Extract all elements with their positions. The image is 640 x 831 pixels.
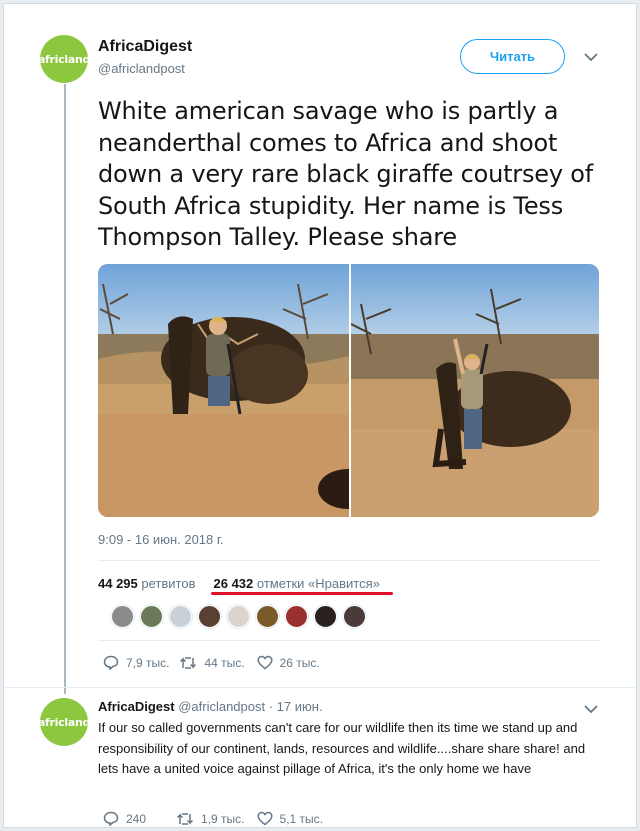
chevron-down-icon[interactable] xyxy=(583,701,599,717)
reply-text: If our so called governments can't care … xyxy=(98,720,586,776)
tweet-text: White american savage who is partly a ne… xyxy=(98,97,594,251)
photo-hunter-standing-with-giraffe[interactable] xyxy=(351,264,599,517)
liker-avatar[interactable] xyxy=(285,605,308,628)
likes-label: отметки «Нравится» xyxy=(256,576,380,591)
divider xyxy=(98,640,600,641)
reply-time[interactable]: · 17 июн. xyxy=(269,699,323,714)
like-count: 26 тыс. xyxy=(279,655,320,670)
likers-avatars xyxy=(111,605,366,628)
reply-icon xyxy=(103,811,119,826)
liker-avatar[interactable] xyxy=(198,605,221,628)
reply-icon xyxy=(103,655,119,670)
reply-header: AfricaDigest @africlandpost · 17 июн. xyxy=(98,699,323,714)
retweets-label: ретвитов xyxy=(141,576,196,591)
likes-count: 26 432 xyxy=(213,576,254,591)
account-name[interactable]: AfricaDigest xyxy=(98,38,192,56)
retweets-stat[interactable]: 44 295 ретвитов xyxy=(98,576,196,591)
red-underline-annotation xyxy=(211,592,393,595)
like-action[interactable]: 26 тыс. xyxy=(257,655,320,670)
retweets-count: 44 295 xyxy=(98,576,138,591)
tweet-stats: 44 295 ретвитов 26 432 отметки «Нравится… xyxy=(98,576,380,591)
liker-avatar[interactable] xyxy=(169,605,192,628)
retweet-icon xyxy=(179,656,197,670)
thread-line xyxy=(64,84,66,694)
reply-account-name[interactable]: AfricaDigest xyxy=(98,699,175,714)
like-action[interactable]: 5,1 тыс. xyxy=(256,811,323,826)
divider xyxy=(3,687,637,688)
reply-action[interactable]: 7,9 тыс. xyxy=(103,655,169,670)
reply-avatar[interactable]: africland xyxy=(40,698,88,746)
reply-action[interactable]: 240 xyxy=(103,811,146,826)
reply-count: 240 xyxy=(126,811,147,826)
reply-account-handle[interactable]: @africlandpost xyxy=(178,699,265,714)
liker-avatar[interactable] xyxy=(343,605,366,628)
liker-avatar[interactable] xyxy=(111,605,134,628)
liker-avatar[interactable] xyxy=(140,605,163,628)
like-count: 5,1 тыс. xyxy=(279,811,323,826)
liker-avatar[interactable] xyxy=(314,605,337,628)
reply-actions: 240 1,9 тыс. 5,1 тыс. xyxy=(103,811,323,826)
avatar-logo-text: africland xyxy=(40,52,88,66)
retweet-count: 1,9 тыс. xyxy=(201,811,245,826)
retweet-icon xyxy=(176,812,194,826)
reply-count: 7,9 тыс. xyxy=(126,655,170,670)
avatar-logo-text: africland xyxy=(40,715,88,729)
divider xyxy=(98,560,600,561)
retweet-action[interactable]: 1,9 тыс. xyxy=(176,811,245,826)
liker-avatar[interactable] xyxy=(227,605,250,628)
heart-icon xyxy=(256,811,273,826)
tweet-timestamp[interactable]: 9:09 - 16 июн. 2018 г. xyxy=(98,532,224,547)
chevron-down-icon[interactable] xyxy=(583,49,599,65)
photo-hunter-kneeling-with-giraffe[interactable] xyxy=(98,264,349,517)
retweet-count: 44 тыс. xyxy=(204,655,245,670)
retweet-action[interactable]: 44 тыс. xyxy=(179,655,245,670)
avatar[interactable]: africland xyxy=(40,35,88,83)
likes-stat[interactable]: 26 432 отметки «Нравится» xyxy=(214,576,380,591)
liker-avatar[interactable] xyxy=(256,605,279,628)
heart-icon xyxy=(257,655,273,670)
account-handle[interactable]: @africlandpost xyxy=(98,61,185,76)
tweet-actions: 7,9 тыс. 44 тыс. 26 тыс. xyxy=(103,655,320,670)
follow-button[interactable]: Читать xyxy=(460,39,565,74)
